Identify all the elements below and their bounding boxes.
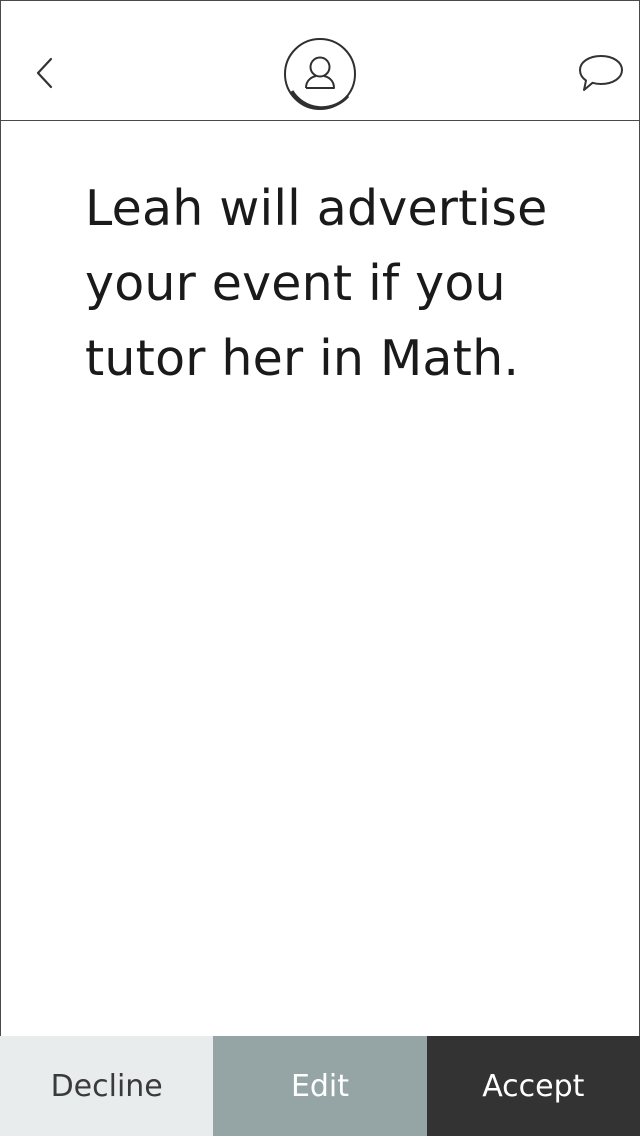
chevron-left-icon: [36, 57, 53, 89]
speech-bubble-icon: [579, 55, 623, 91]
decline-button[interactable]: Decline: [0, 1036, 214, 1136]
back-button[interactable]: [23, 45, 67, 101]
profile-avatar-button[interactable]: [282, 36, 358, 112]
accept-button[interactable]: Accept: [426, 1036, 640, 1136]
chat-button[interactable]: [571, 47, 631, 99]
offer-message: Leah will advertise your event if you tu…: [85, 180, 548, 387]
action-bar: Decline Edit Accept: [0, 1036, 640, 1136]
screen: Leah will advertise your event if you tu…: [0, 0, 640, 1136]
top-bar: [1, 1, 639, 121]
edit-button[interactable]: Edit: [213, 1036, 427, 1136]
user-icon: [284, 38, 356, 110]
